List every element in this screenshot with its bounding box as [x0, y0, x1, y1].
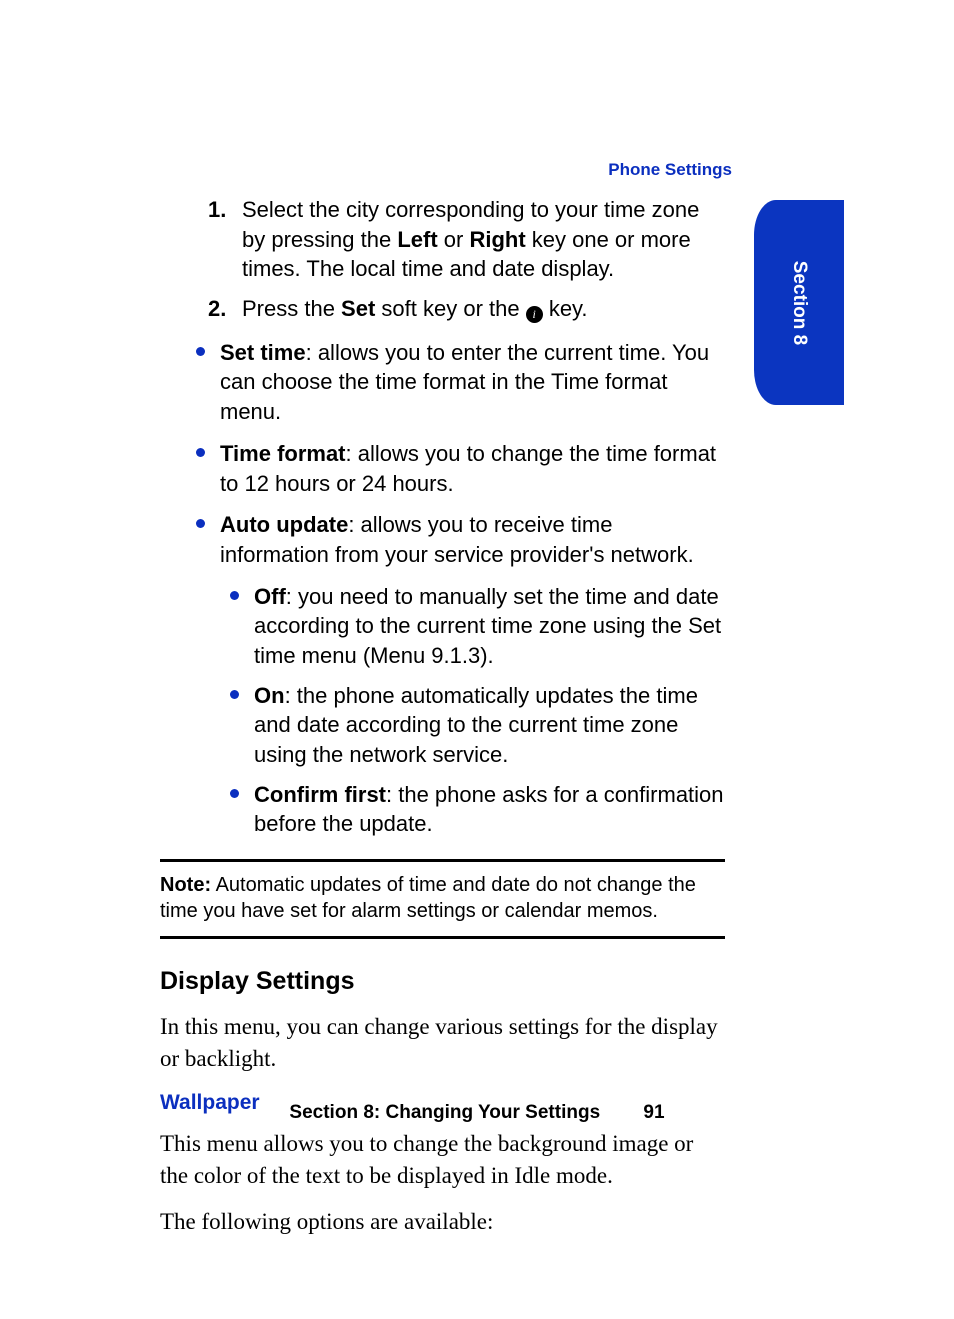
- step-text: Select the city corresponding to your ti…: [242, 197, 699, 281]
- sub-bullet-confirm-first: Confirm first: the phone asks for a conf…: [220, 780, 725, 839]
- bullet-set-time: Set time: allows you to enter the curren…: [160, 338, 725, 427]
- step-marker: 2.: [208, 294, 226, 324]
- step-text: Press the Set soft key or the i key.: [242, 296, 588, 321]
- bullet-auto-update: Auto update: allows you to receive time …: [160, 510, 725, 839]
- body-content: 1. Select the city corresponding to your…: [160, 195, 725, 1252]
- section-tab-label: Section 8: [788, 260, 810, 344]
- heading-display-settings: Display Settings: [160, 965, 725, 999]
- sub-bullet-on: On: the phone automatically updates the …: [220, 681, 725, 770]
- sub-bullet-off: Off: you need to manually set the time a…: [220, 582, 725, 671]
- note-label: Note:: [160, 874, 211, 896]
- display-settings-intro: In this menu, you can change various set…: [160, 1011, 725, 1075]
- step-1: 1. Select the city corresponding to your…: [208, 195, 725, 284]
- page: Phone Settings Section 8 1. Select the c…: [0, 0, 954, 1319]
- running-header: Phone Settings: [608, 160, 732, 180]
- note-block: Note: Automatic updates of time and date…: [160, 859, 725, 939]
- wallpaper-p2: The following options are available:: [160, 1206, 725, 1238]
- page-number: 91: [643, 1102, 664, 1124]
- note-text: Automatic updates of time and date do no…: [160, 874, 696, 922]
- ok-key-icon: i: [526, 306, 543, 323]
- bullet-time-format: Time format: allows you to change the ti…: [160, 439, 725, 498]
- numbered-steps: 1. Select the city corresponding to your…: [160, 195, 725, 324]
- step-2: 2. Press the Set soft key or the i key.: [208, 294, 725, 324]
- page-footer: Section 8: Changing Your Settings 91: [0, 1102, 954, 1124]
- section-tab: Section 8: [754, 200, 844, 405]
- primary-bullets: Set time: allows you to enter the curren…: [160, 338, 725, 839]
- wallpaper-p1: This menu allows you to change the backg…: [160, 1128, 725, 1192]
- sub-bullets: Off: you need to manually set the time a…: [220, 582, 725, 840]
- step-marker: 1.: [208, 195, 226, 225]
- footer-section-label: Section 8: Changing Your Settings: [289, 1102, 600, 1123]
